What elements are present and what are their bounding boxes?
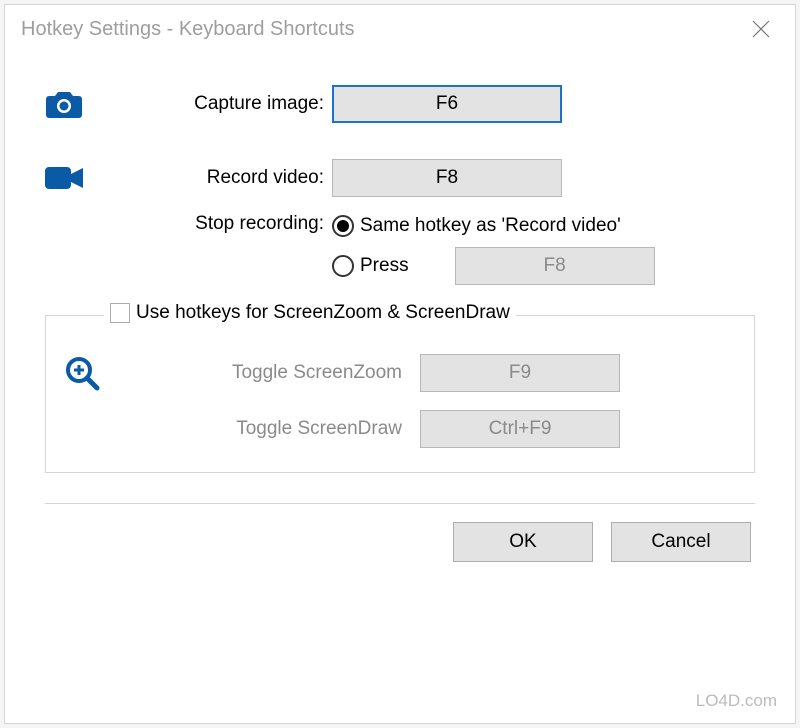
watermark: LO4D.com bbox=[696, 691, 777, 711]
screenzoom-checkbox-row[interactable]: Use hotkeys for ScreenZoom & ScreenDraw bbox=[104, 302, 516, 324]
video-camera-icon bbox=[45, 165, 85, 191]
toggle-screenzoom-row: Toggle ScreenZoom F9 bbox=[64, 354, 736, 392]
capture-image-hotkey[interactable]: F6 bbox=[332, 85, 562, 123]
screenzoom-checkbox-label: Use hotkeys for ScreenZoom & ScreenDraw bbox=[136, 302, 510, 324]
toggle-screendraw-hotkey: Ctrl+F9 bbox=[420, 410, 620, 448]
button-row: OK Cancel bbox=[45, 522, 755, 562]
close-icon bbox=[752, 20, 770, 38]
screenzoom-checkbox[interactable] bbox=[110, 303, 130, 323]
capture-image-row: Capture image: F6 bbox=[45, 85, 755, 123]
capture-image-label: Capture image: bbox=[117, 93, 332, 115]
toggle-screenzoom-hotkey: F9 bbox=[420, 354, 620, 392]
separator bbox=[45, 503, 755, 504]
close-button[interactable] bbox=[739, 7, 783, 51]
zoom-in-icon bbox=[64, 355, 100, 391]
dialog-title: Hotkey Settings - Keyboard Shortcuts bbox=[21, 18, 739, 41]
record-video-label: Record video: bbox=[117, 167, 332, 189]
cancel-button[interactable]: Cancel bbox=[611, 522, 751, 562]
stop-recording-label: Stop recording: bbox=[117, 211, 332, 235]
radio-same-row[interactable]: Same hotkey as 'Record video' bbox=[332, 215, 755, 237]
titlebar: Hotkey Settings - Keyboard Shortcuts bbox=[5, 5, 795, 53]
record-video-hotkey[interactable]: F8 bbox=[332, 159, 562, 197]
radio-press[interactable] bbox=[332, 255, 354, 277]
camera-icon bbox=[45, 88, 83, 120]
ok-button[interactable]: OK bbox=[453, 522, 593, 562]
record-video-row: Record video: F8 bbox=[45, 159, 755, 197]
radio-same-hotkey[interactable] bbox=[332, 215, 354, 237]
toggle-screenzoom-label: Toggle ScreenZoom bbox=[120, 362, 420, 384]
radio-press-row[interactable]: Press F8 bbox=[332, 247, 755, 285]
dialog-content: Capture image: F6 Record video: F8 Stop … bbox=[5, 53, 795, 562]
radio-same-label: Same hotkey as 'Record video' bbox=[360, 215, 621, 237]
toggle-screendraw-row: Toggle ScreenDraw Ctrl+F9 bbox=[64, 410, 736, 448]
hotkey-settings-dialog: Hotkey Settings - Keyboard Shortcuts Cap… bbox=[4, 4, 796, 724]
stop-press-hotkey: F8 bbox=[455, 247, 655, 285]
radio-press-label: Press bbox=[360, 255, 409, 277]
toggle-screendraw-label: Toggle ScreenDraw bbox=[120, 418, 420, 440]
screenzoom-group: Use hotkeys for ScreenZoom & ScreenDraw … bbox=[45, 315, 755, 473]
stop-recording-row: Stop recording: Same hotkey as 'Record v… bbox=[45, 211, 755, 285]
